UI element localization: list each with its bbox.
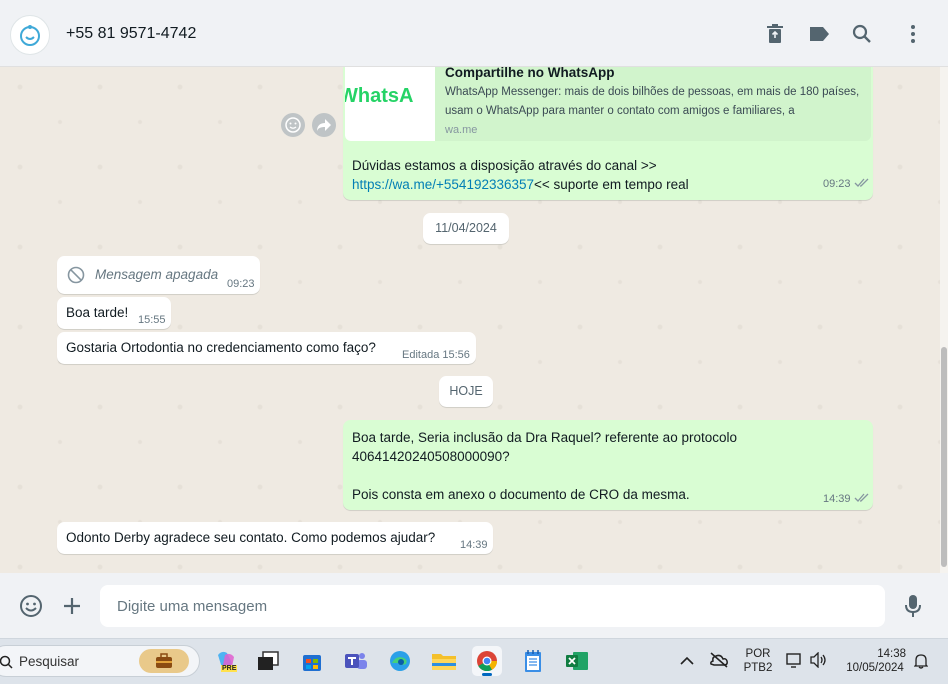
contact-name[interactable]: +55 81 9571-4742 — [66, 25, 196, 43]
search-icon — [0, 655, 13, 669]
avatar-logo-icon — [20, 25, 40, 46]
message-time: 15:55 — [138, 314, 166, 326]
message-text: Boa tarde! — [66, 305, 129, 320]
chevron-up-icon[interactable] — [680, 653, 694, 671]
message-bubble-incoming[interactable]: Mensagem apagada 09:23 — [57, 256, 260, 294]
message-time: 14:39 — [460, 539, 488, 551]
microphone-icon[interactable] — [900, 593, 926, 619]
message-bubble-incoming[interactable]: Odonto Derby agradece seu contato. Como … — [57, 522, 493, 554]
double-check-icon — [854, 493, 869, 502]
message-text: Boa tarde, Seria inclusão da Dra Raquel?… — [352, 430, 737, 502]
microsoft-store-icon[interactable] — [297, 646, 327, 676]
windows-taskbar: Pesquisar PRE POR PTB2 14:38 10/05/2024 — [0, 638, 948, 684]
chat-header: +55 81 9571-4742 — [0, 0, 948, 67]
composer-bar — [0, 573, 948, 638]
file-explorer-icon[interactable] — [429, 646, 459, 676]
contact-avatar[interactable] — [10, 15, 50, 55]
message-time: 09:23 — [227, 278, 255, 290]
message-bubble-incoming[interactable]: Gostaria Ortodontia no credenciamento co… — [57, 332, 476, 364]
copilot-icon[interactable]: PRE — [211, 646, 241, 676]
edge-icon[interactable] — [385, 646, 415, 676]
label-icon[interactable] — [807, 22, 831, 46]
blocked-icon — [67, 266, 85, 284]
emoji-icon[interactable] — [18, 593, 44, 619]
message-bubble-incoming[interactable]: Boa tarde! 15:55 — [57, 297, 171, 329]
message-time: 09:23 — [823, 178, 870, 190]
delete-icon[interactable] — [763, 22, 787, 46]
teams-icon[interactable] — [341, 646, 371, 676]
link-preview-title: Compartilhe no WhatsApp — [445, 67, 615, 80]
taskbar-clock[interactable]: 14:38 10/05/2024 — [840, 648, 910, 674]
message-time: 14:39 — [823, 493, 870, 505]
message-input[interactable] — [100, 585, 885, 627]
attach-plus-icon[interactable] — [59, 593, 85, 619]
volume-icon[interactable] — [810, 651, 828, 673]
react-emoji-icon[interactable] — [281, 113, 305, 137]
notepad-icon[interactable] — [518, 646, 548, 676]
message-text: Dúvidas estamos a disposição através do … — [352, 158, 689, 192]
keyboard-language[interactable]: POR PTB2 — [742, 648, 774, 674]
chrome-icon[interactable] — [472, 646, 502, 676]
message-bubble-outgoing[interactable]: Boa tarde, Seria inclusão da Dra Raquel?… — [343, 420, 873, 510]
date-separator: HOJE — [439, 376, 493, 407]
message-list: WhatsA Compartilhe no WhatsApp WhatsApp … — [0, 67, 948, 573]
link-preview[interactable]: WhatsA Compartilhe no WhatsApp WhatsApp … — [345, 67, 871, 141]
active-app-indicator — [482, 673, 492, 676]
message-text: Gostaria Ortodontia no credenciamento co… — [66, 340, 376, 355]
date-separator: 11/04/2024 — [423, 213, 509, 244]
scrollbar-thumb[interactable] — [941, 347, 947, 567]
edited-label: Editada — [402, 349, 440, 361]
link-preview-thumbnail: WhatsA — [345, 67, 435, 141]
link-preview-description: WhatsApp Messenger: mais de dois bilhões… — [445, 86, 860, 117]
notification-bell-icon[interactable] — [913, 653, 929, 674]
cloud-off-icon[interactable] — [709, 652, 729, 673]
briefcase-icon — [139, 649, 189, 673]
excel-icon[interactable] — [562, 646, 592, 676]
chat-scrollbar[interactable] — [940, 67, 948, 573]
message-text: Mensagem apagada — [95, 267, 219, 282]
search-icon[interactable] — [850, 22, 874, 46]
message-link[interactable]: https://wa.me/+554192336357 — [352, 177, 534, 192]
menu-icon[interactable] — [901, 22, 925, 46]
message-bubble-outgoing[interactable]: WhatsA Compartilhe no WhatsApp WhatsApp … — [343, 67, 873, 200]
taskbar-search-label: Pesquisar — [19, 654, 80, 669]
whatsapp-logo-text: WhatsA — [345, 85, 414, 107]
message-text: Odonto Derby agradece seu contato. Como … — [66, 530, 436, 545]
taskbar-search[interactable]: Pesquisar — [0, 645, 200, 677]
double-check-icon — [854, 178, 869, 187]
link-preview-domain: wa.me — [445, 124, 478, 136]
message-time: Editada 15:56 — [402, 349, 470, 361]
task-view-icon[interactable] — [253, 646, 283, 676]
network-icon[interactable] — [786, 652, 804, 673]
forward-icon[interactable] — [312, 113, 336, 137]
